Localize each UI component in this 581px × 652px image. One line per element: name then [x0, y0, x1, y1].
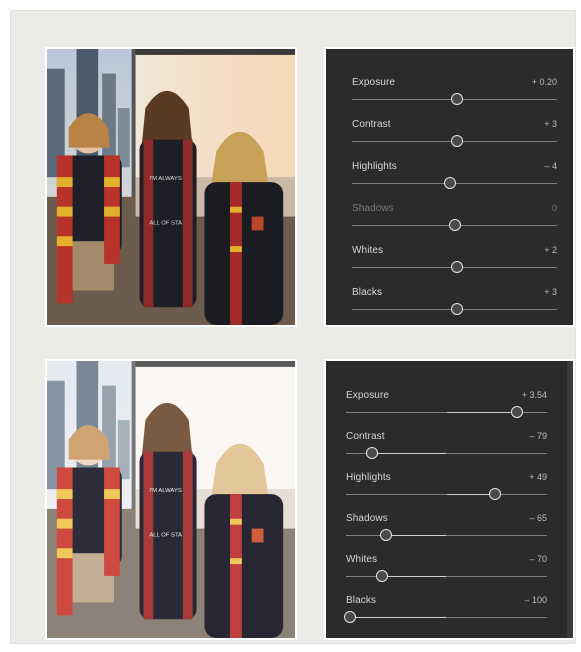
slider-whites-label: Whites: [352, 245, 384, 256]
slider-exposure-fill: [446, 412, 517, 413]
slider-highlights[interactable]: Highlights – 4: [326, 161, 573, 201]
slider-whites-value[interactable]: – 70: [529, 554, 547, 564]
slider-contrast-thumb[interactable]: [366, 447, 379, 459]
develop-panel-after: Exposure + 3.54 Contrast – 79 Highlights + 49…: [324, 359, 575, 640]
slider-blacks-label: Blacks: [346, 595, 377, 606]
slider-shadows-thumb[interactable]: [448, 219, 461, 231]
slider-shadows-thumb[interactable]: [380, 529, 393, 541]
slider-highlights-thumb[interactable]: [488, 488, 501, 500]
slider-contrast[interactable]: Contrast + 3: [326, 119, 573, 159]
slider-whites[interactable]: Whites + 2: [326, 245, 573, 285]
photo-after: I'M ALWAYS ALL OF STA: [45, 359, 297, 640]
slider-contrast-track[interactable]: [352, 135, 557, 147]
slider-shadows-value[interactable]: – 65: [529, 513, 547, 523]
slider-highlights[interactable]: Highlights + 49: [326, 472, 573, 512]
slider-blacks-track[interactable]: [344, 611, 547, 623]
slider-shadows-track[interactable]: [352, 219, 557, 231]
photo-before-image: I'M ALWAYS ALL OF STA: [47, 49, 295, 325]
slider-highlights-track[interactable]: [346, 488, 547, 500]
slider-contrast[interactable]: Contrast – 79: [326, 431, 573, 471]
slider-highlights-value[interactable]: – 4: [544, 161, 557, 171]
slider-shadows-label: Shadows: [346, 513, 388, 524]
slider-highlights-fill: [446, 494, 495, 495]
slider-shadows-label: Shadows: [352, 203, 394, 214]
slider-shadows[interactable]: Shadows – 65: [326, 513, 573, 553]
slider-highlights-track[interactable]: [352, 177, 557, 189]
slider-exposure-label: Exposure: [346, 390, 390, 401]
slider-whites-track[interactable]: [352, 261, 557, 273]
slider-highlights-label: Highlights: [346, 472, 391, 483]
slider-blacks-value[interactable]: + 3: [544, 287, 557, 297]
slider-contrast-label: Contrast: [352, 119, 391, 130]
slider-contrast-value[interactable]: – 79: [529, 431, 547, 441]
slider-contrast-label: Contrast: [346, 431, 385, 442]
shirt-text-top-1: I'M ALWAYS: [149, 176, 181, 182]
slider-blacks-value[interactable]: – 100: [524, 595, 547, 605]
slider-whites-fill: [382, 576, 447, 577]
slider-exposure-value[interactable]: + 3.54: [522, 390, 547, 400]
slider-blacks-thumb[interactable]: [450, 303, 463, 315]
slider-exposure-label: Exposure: [352, 77, 396, 88]
slider-exposure-track[interactable]: [346, 406, 547, 418]
slider-blacks-label: Blacks: [352, 287, 383, 298]
slider-blacks-track[interactable]: [352, 303, 557, 315]
slider-highlights-value[interactable]: + 49: [529, 472, 547, 482]
comparison-frame: I'M ALWAYS ALL OF STA Exposure + 0.20 Cont…: [10, 10, 576, 644]
slider-highlights-thumb[interactable]: [444, 177, 457, 189]
slider-blacks[interactable]: Blacks – 100: [326, 595, 573, 635]
slider-blacks-thumb[interactable]: [344, 611, 357, 623]
slider-contrast-fill: [372, 453, 447, 454]
shirt-text-bottom-1: I'M ALWAYS: [149, 488, 181, 494]
slider-whites-value[interactable]: + 2: [544, 245, 557, 255]
slider-shadows[interactable]: Shadows 0: [326, 203, 573, 243]
slider-contrast-thumb[interactable]: [450, 135, 463, 147]
shirt-text-bottom-2: ALL OF STA: [149, 532, 182, 538]
slider-contrast-value[interactable]: + 3: [544, 119, 557, 129]
slider-whites-thumb[interactable]: [450, 261, 463, 273]
develop-panel-before: Exposure + 0.20 Contrast + 3 Highlights – 4 Sh…: [324, 47, 575, 327]
slider-exposure-thumb[interactable]: [510, 406, 523, 418]
slider-shadows-fill: [386, 535, 447, 536]
slider-highlights-label: Highlights: [352, 161, 397, 172]
slider-whites-label: Whites: [346, 554, 378, 565]
photo-before: I'M ALWAYS ALL OF STA: [45, 47, 297, 327]
slider-shadows-track[interactable]: [346, 529, 547, 541]
shirt-text-top-2: ALL OF STA: [149, 220, 182, 226]
slider-exposure[interactable]: Exposure + 3.54: [326, 390, 573, 430]
slider-whites-track[interactable]: [346, 570, 547, 582]
slider-exposure[interactable]: Exposure + 0.20: [326, 77, 573, 117]
slider-exposure-thumb[interactable]: [450, 93, 463, 105]
slider-whites-thumb[interactable]: [376, 570, 389, 582]
slider-blacks[interactable]: Blacks + 3: [326, 287, 573, 327]
photo-after-image: I'M ALWAYS ALL OF STA: [47, 361, 295, 638]
slider-whites[interactable]: Whites – 70: [326, 554, 573, 594]
slider-exposure-value[interactable]: + 0.20: [532, 77, 557, 87]
slider-contrast-track[interactable]: [346, 447, 547, 459]
slider-blacks-fill: [350, 617, 447, 618]
slider-exposure-track[interactable]: [352, 93, 557, 105]
slider-shadows-value[interactable]: 0: [552, 203, 557, 213]
